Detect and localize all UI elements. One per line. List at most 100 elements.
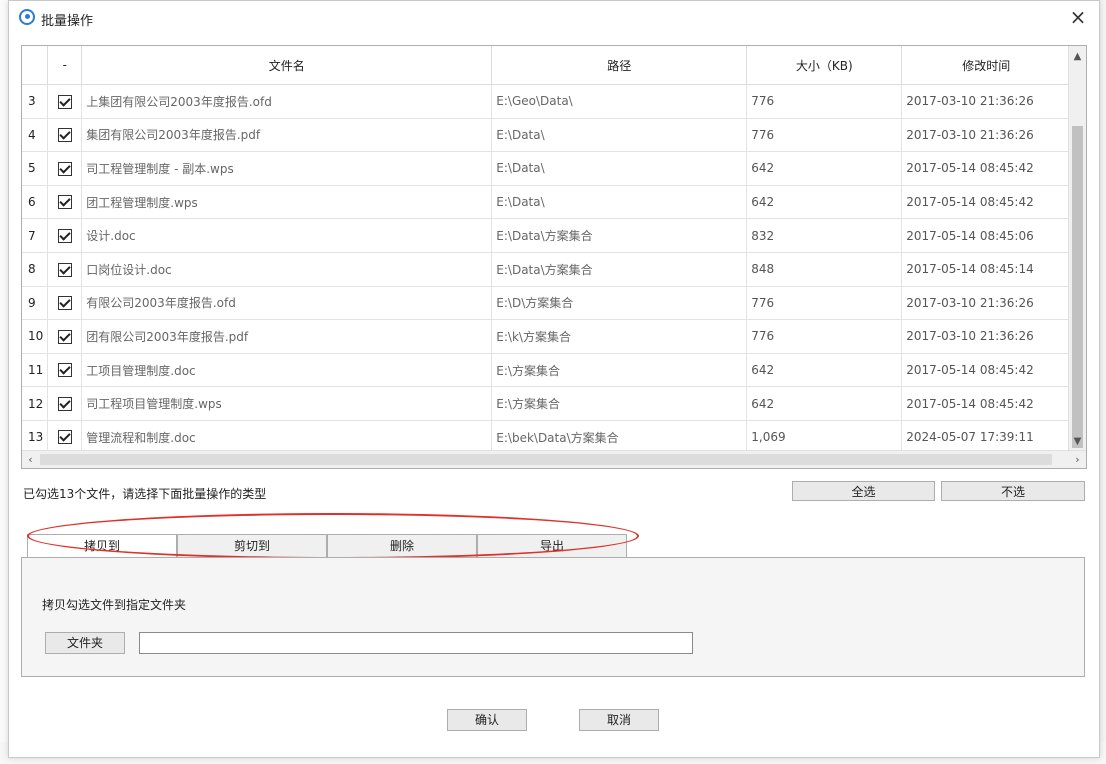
column-header-modified[interactable]: 修改时间 <box>901 46 1072 85</box>
select-all-button[interactable]: 全选 <box>792 481 935 501</box>
close-icon[interactable]: × <box>1065 5 1091 31</box>
row-index: 6 <box>22 185 49 220</box>
column-header-index <box>22 46 49 85</box>
row-checkbox[interactable] <box>47 252 83 287</box>
table-row[interactable]: 12 司工程项目管理制度.wps E:\方案集合 642 2017-05-14 08:4… <box>22 386 1072 421</box>
tab-cut-to[interactable]: 剪切到 <box>177 534 327 557</box>
checkbox-checked-icon[interactable] <box>57 94 72 109</box>
scroll-up-icon[interactable]: ▲ <box>1069 48 1086 65</box>
tab-export[interactable]: 导出 <box>477 534 627 557</box>
row-index: 9 <box>22 286 49 321</box>
tab-copy-to[interactable]: 拷贝到 <box>27 534 177 558</box>
horizontal-scroll-thumb[interactable] <box>40 454 1052 465</box>
file-grid: - 文件名 路径 大小（KB) 修改时间 3 上集团有限公司2003年度报告.of… <box>22 46 1072 455</box>
row-size: 776 <box>746 118 903 153</box>
row-checkbox[interactable] <box>47 386 83 421</box>
table-row[interactable]: 7 设计.doc E:\Data\方案集合 832 2017-05-14 08:45:0… <box>22 218 1072 253</box>
table-row[interactable]: 11 工项目管理制度.doc E:\方案集合 642 2017-05-14 08:45:… <box>22 353 1072 388</box>
scroll-left-icon[interactable]: ‹ <box>22 451 39 468</box>
column-header-filename[interactable]: 文件名 <box>81 46 493 85</box>
row-filename: 工项目管理制度.doc <box>81 353 493 388</box>
selection-status-text: 已勾选13个文件，请选择下面批量操作的类型 <box>23 487 267 501</box>
row-index: 13 <box>22 420 49 455</box>
scroll-down-icon[interactable]: ▼ <box>1069 433 1086 450</box>
column-header-check[interactable]: - <box>47 46 83 85</box>
row-checkbox[interactable] <box>47 420 83 455</box>
row-checkbox[interactable] <box>47 118 83 153</box>
row-filename: 司工程项目管理制度.wps <box>81 386 493 421</box>
checkbox-checked-icon[interactable] <box>57 329 72 344</box>
column-header-size[interactable]: 大小（KB) <box>746 46 903 85</box>
row-modified: 2017-05-14 08:45:42 <box>901 185 1072 220</box>
row-checkbox[interactable] <box>47 353 83 388</box>
select-none-button[interactable]: 不选 <box>941 481 1085 501</box>
table-row[interactable]: 6 团工程管理制度.wps E:\Data\ 642 2017-05-14 08:45:… <box>22 185 1072 220</box>
row-size: 1,069 <box>746 420 903 455</box>
row-checkbox[interactable] <box>47 185 83 220</box>
row-checkbox[interactable] <box>47 151 83 186</box>
dialog-title: 批量操作 <box>41 14 94 29</box>
row-path: E:\bek\Data\方案集合 <box>491 420 748 455</box>
checkbox-checked-icon[interactable] <box>57 262 72 277</box>
row-filename: 有限公司2003年度报告.ofd <box>81 286 493 321</box>
confirm-button[interactable]: 确认 <box>447 709 527 731</box>
horizontal-scrollbar[interactable]: ‹ › <box>22 450 1086 468</box>
row-checkbox[interactable] <box>47 84 83 119</box>
row-index: 10 <box>22 319 49 354</box>
row-modified: 2017-03-10 21:36:26 <box>901 84 1072 119</box>
row-size: 776 <box>746 84 903 119</box>
cancel-button[interactable]: 取消 <box>579 709 659 731</box>
row-modified: 2017-05-14 08:45:42 <box>901 353 1072 388</box>
row-filename: 团有限公司2003年度报告.pdf <box>81 319 493 354</box>
vertical-scrollbar[interactable]: ▲ ▼ <box>1068 46 1086 450</box>
panel-description: 拷贝勾选文件到指定文件夹 <box>42 598 187 612</box>
table-row[interactable]: 5 司工程管理制度 - 副本.wps E:\Data\ 642 2017-05-14 0… <box>22 151 1072 186</box>
table-row[interactable]: 10 团有限公司2003年度报告.pdf E:\k\方案集合 776 2017-03-1… <box>22 319 1072 354</box>
tab-delete[interactable]: 删除 <box>327 534 477 557</box>
column-header-path[interactable]: 路径 <box>491 46 748 85</box>
row-path: E:\方案集合 <box>491 386 748 421</box>
row-index: 12 <box>22 386 49 421</box>
checkbox-checked-icon[interactable] <box>57 228 72 243</box>
row-size: 642 <box>746 151 903 186</box>
vertical-scroll-thumb[interactable] <box>1072 126 1083 448</box>
checkbox-checked-icon[interactable] <box>57 430 72 445</box>
row-path: E:\D\方案集合 <box>491 286 748 321</box>
checkbox-checked-icon[interactable] <box>57 363 72 378</box>
tab-panel-copy-to: 拷贝勾选文件到指定文件夹 文件夹 <box>21 557 1085 677</box>
row-checkbox[interactable] <box>47 218 83 253</box>
batch-operation-dialog: 批量操作 × - 文件名 路径 大小（KB) 修改时间 3 上集团有限公司2003… <box>8 0 1100 758</box>
table-row[interactable]: 9 有限公司2003年度报告.ofd E:\D\方案集合 776 2017-03-10 … <box>22 286 1072 321</box>
table-row[interactable]: 13 管理流程和制度.doc E:\bek\Data\方案集合 1,069 2024-0… <box>22 420 1072 455</box>
row-path: E:\k\方案集合 <box>491 319 748 354</box>
checkbox-checked-icon[interactable] <box>57 128 72 143</box>
row-modified: 2017-03-10 21:36:26 <box>901 118 1072 153</box>
table-row[interactable]: 4 集团有限公司2003年度报告.pdf E:\Data\ 776 2017-03-10… <box>22 118 1072 153</box>
row-index: 4 <box>22 118 49 153</box>
row-index: 8 <box>22 252 49 287</box>
row-size: 832 <box>746 218 903 253</box>
row-filename: 集团有限公司2003年度报告.pdf <box>81 118 493 153</box>
scroll-right-icon[interactable]: › <box>1069 451 1086 468</box>
row-path: E:\方案集合 <box>491 353 748 388</box>
row-modified: 2017-05-14 08:45:42 <box>901 151 1072 186</box>
checkbox-checked-icon[interactable] <box>57 161 72 176</box>
row-checkbox[interactable] <box>47 319 83 354</box>
row-filename: 设计.doc <box>81 218 493 253</box>
row-index: 11 <box>22 353 49 388</box>
checkbox-checked-icon[interactable] <box>57 296 72 311</box>
checkbox-checked-icon[interactable] <box>57 396 72 411</box>
row-index: 5 <box>22 151 49 186</box>
checkbox-checked-icon[interactable] <box>57 195 72 210</box>
title-bar: 批量操作 × <box>9 1 1099 35</box>
folder-path-input[interactable] <box>139 632 693 654</box>
row-filename: 管理流程和制度.doc <box>81 420 493 455</box>
table-row[interactable]: 8 口岗位设计.doc E:\Data\方案集合 848 2017-05-14 08:4… <box>22 252 1072 287</box>
app-logo-icon <box>19 9 35 25</box>
row-checkbox[interactable] <box>47 286 83 321</box>
row-path: E:\Data\ <box>491 185 748 220</box>
row-modified: 2017-05-14 08:45:14 <box>901 252 1072 287</box>
table-row[interactable]: 3 上集团有限公司2003年度报告.ofd E:\Geo\Data\ 776 2017-… <box>22 84 1072 119</box>
row-path: E:\Data\ <box>491 118 748 153</box>
choose-folder-button[interactable]: 文件夹 <box>45 632 125 654</box>
